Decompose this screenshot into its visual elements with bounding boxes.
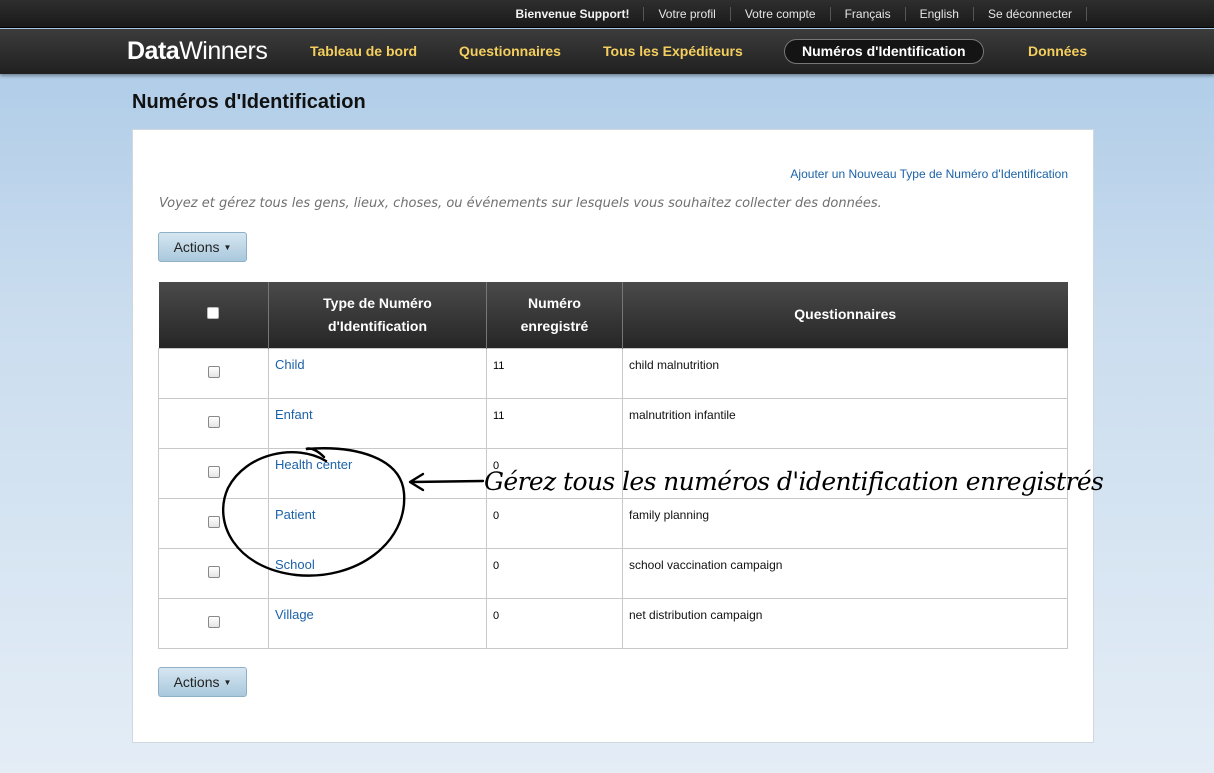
row-checkbox[interactable]	[207, 365, 220, 378]
welcome-text: Bienvenue Support!	[501, 7, 645, 21]
questionnaire-name: child malnutrition	[622, 347, 1068, 399]
registered-count: 0	[486, 597, 623, 649]
type-name-link[interactable]: Enfant	[268, 397, 487, 449]
nav-identification-numbers[interactable]: Numéros d'Identification	[784, 39, 984, 64]
logo-part-data: Data	[127, 37, 180, 65]
nav-dashboard[interactable]: Tableau de bord	[310, 39, 417, 64]
header-type[interactable]: Type de Numéro d'Identification	[268, 282, 487, 348]
language-french-link[interactable]: Français	[831, 7, 906, 21]
header-count[interactable]: Numéro enregistré	[486, 282, 623, 348]
top-utility-bar: Bienvenue Support! Votre profil Votre co…	[0, 0, 1214, 28]
type-name-link[interactable]: Child	[268, 347, 487, 399]
actions-label: Actions	[173, 674, 220, 690]
header-select-all	[158, 282, 269, 348]
header-count-line2: enregistré	[520, 317, 589, 334]
actions-dropdown-bottom[interactable]: Actions ▼	[158, 667, 247, 697]
table-row: Enfant 11 malnutrition infantile	[158, 397, 1068, 449]
profile-link[interactable]: Votre profil	[644, 7, 731, 21]
questionnaire-name: malnutrition infantile	[622, 397, 1068, 449]
logout-link[interactable]: Se déconnecter	[974, 7, 1087, 21]
datawinners-logo[interactable]: DataWinners	[127, 37, 268, 66]
questionnaire-name: net distribution campaign	[622, 597, 1068, 649]
header-type-line1: Type de Numéro	[323, 294, 432, 311]
annotation-circle-icon	[222, 447, 406, 577]
registered-count: 11	[486, 397, 623, 449]
registered-count: 11	[486, 347, 623, 399]
nav-data[interactable]: Données	[1028, 39, 1087, 64]
row-checkbox-cell	[158, 597, 269, 649]
type-name-link[interactable]: Village	[268, 597, 487, 649]
registered-count: 0	[486, 497, 623, 549]
account-link[interactable]: Votre compte	[731, 7, 831, 21]
row-checkbox-cell	[158, 347, 269, 399]
header-type-line2: d'Identification	[328, 317, 427, 334]
intro-text: Voyez et gérez tous les gens, lieux, cho…	[159, 196, 882, 211]
annotation-arrow-icon	[408, 472, 485, 492]
registered-count: 0	[486, 547, 623, 599]
user-links: Bienvenue Support! Votre profil Votre co…	[501, 0, 1087, 28]
row-checkbox-cell	[158, 397, 269, 449]
row-checkbox[interactable]	[207, 415, 220, 428]
annotation-text: Gérez tous les numéros d'identification …	[484, 467, 1104, 496]
add-identification-type-link[interactable]: Ajouter un Nouveau Type de Numéro d'Iden…	[790, 167, 1068, 181]
table-row: Child 11 child malnutrition	[158, 347, 1068, 399]
page-title: Numéros d'Identification	[132, 91, 366, 113]
logo-part-winners: Winners	[179, 37, 268, 65]
header-count-line1: Numéro	[528, 294, 581, 311]
nav-all-senders[interactable]: Tous les Expéditeurs	[603, 39, 743, 64]
row-checkbox[interactable]	[207, 615, 220, 628]
language-english-link[interactable]: English	[906, 7, 974, 21]
actions-dropdown-top[interactable]: Actions ▼	[158, 232, 247, 262]
actions-label: Actions	[173, 239, 220, 255]
table-row: Village 0 net distribution campaign	[158, 597, 1068, 649]
table-header-row: Type de Numéro d'Identification Numéro enr…	[158, 282, 1068, 348]
caret-down-icon: ▼	[223, 243, 232, 252]
select-all-checkbox[interactable]	[207, 307, 220, 320]
header-questionnaires[interactable]: Questionnaires	[622, 282, 1068, 348]
caret-down-icon: ▼	[223, 678, 232, 687]
nav-questionnaires[interactable]: Questionnaires	[459, 39, 561, 64]
main-navigation: DataWinners Tableau de bord Questionnair…	[0, 29, 1214, 74]
content-panel: Ajouter un Nouveau Type de Numéro d'Iden…	[132, 129, 1094, 743]
questionnaire-name: school vaccination campaign	[622, 547, 1068, 599]
questionnaire-name: family planning	[622, 497, 1068, 549]
